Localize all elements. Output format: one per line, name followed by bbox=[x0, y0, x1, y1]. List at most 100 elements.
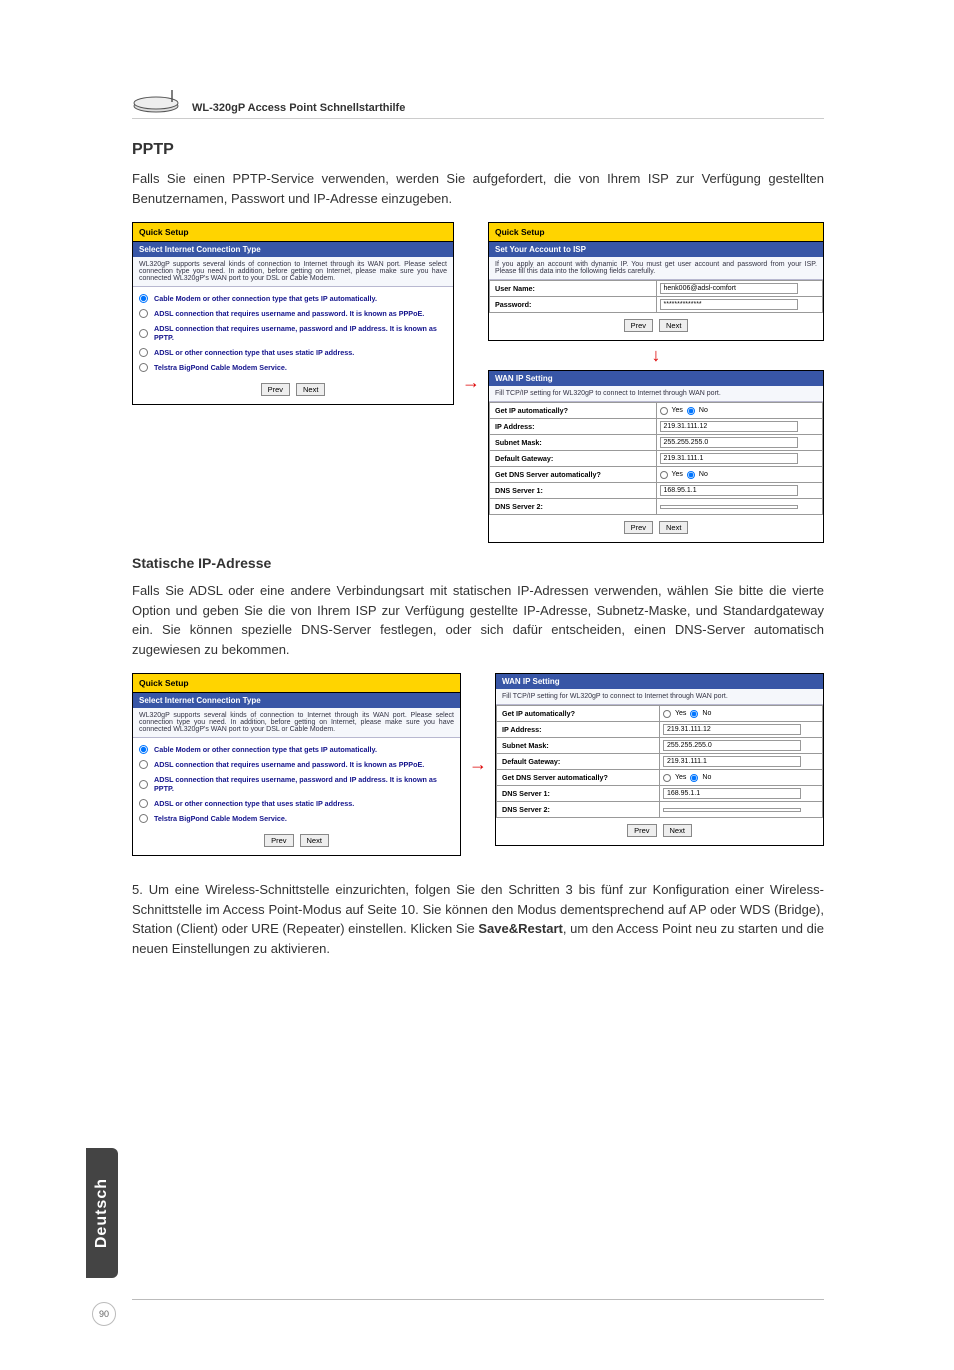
panel-desc: If you apply an account with dynamic IP.… bbox=[489, 257, 823, 280]
language-tab: Deutsch bbox=[86, 1148, 118, 1278]
panel-title: Quick Setup bbox=[489, 223, 823, 242]
ip-label: IP Address: bbox=[497, 722, 660, 738]
next-button[interactable]: Next bbox=[659, 521, 688, 534]
panel-desc: WL320gP supports several kinds of connec… bbox=[133, 257, 453, 287]
dns2-label: DNS Server 2: bbox=[497, 802, 660, 818]
account-panel: Quick Setup Set Your Account to ISP If y… bbox=[488, 222, 824, 341]
prev-button[interactable]: Prev bbox=[624, 521, 653, 534]
arrow-down-icon: ↓ bbox=[488, 345, 824, 366]
radio-pptp[interactable] bbox=[139, 329, 148, 338]
wan-ip-panel: WAN IP Setting Fill TCP/IP setting for W… bbox=[488, 370, 824, 543]
dns2-input[interactable] bbox=[660, 505, 798, 509]
radio-static[interactable] bbox=[139, 348, 148, 357]
gw-input[interactable]: 219.31.111.1 bbox=[663, 756, 801, 767]
dns1-input[interactable]: 168.95.1.1 bbox=[660, 485, 798, 496]
page-header: WL-320gP Access Point Schnellstarthilfe bbox=[132, 84, 824, 119]
radio-static[interactable] bbox=[139, 799, 148, 808]
conn-opt-static[interactable]: ADSL or other connection type that uses … bbox=[133, 796, 460, 811]
radio-cable[interactable] bbox=[139, 294, 148, 303]
prev-button[interactable]: Prev bbox=[624, 319, 653, 332]
prev-button[interactable]: Prev bbox=[261, 383, 290, 396]
ip-input[interactable]: 219.31.111.12 bbox=[660, 421, 798, 432]
arrow-right-icon: → bbox=[462, 372, 480, 393]
get-ip-no[interactable] bbox=[687, 407, 695, 415]
section-static-heading: Statische IP-Adresse bbox=[132, 555, 824, 571]
footer-rule bbox=[132, 1299, 824, 1300]
radio-cable[interactable] bbox=[139, 745, 148, 754]
radio-pptp[interactable] bbox=[139, 780, 148, 789]
section-pptp-body: Falls Sie einen PPTP-Service verwenden, … bbox=[132, 169, 824, 208]
password-input[interactable]: ************** bbox=[660, 299, 798, 310]
radio-bigpond[interactable] bbox=[139, 814, 148, 823]
panel-title: Quick Setup bbox=[133, 223, 453, 242]
radio-pppoe[interactable] bbox=[139, 309, 148, 318]
prev-button[interactable]: Prev bbox=[627, 824, 656, 837]
next-button[interactable]: Next bbox=[296, 383, 325, 396]
radio-pppoe[interactable] bbox=[139, 760, 148, 769]
username-label: User Name: bbox=[490, 281, 657, 297]
section-pptp-heading: PPTP bbox=[132, 141, 824, 159]
conn-opt-cable[interactable]: Cable Modem or other connection type tha… bbox=[133, 742, 460, 757]
get-ip-no[interactable] bbox=[690, 710, 698, 718]
dns2-input[interactable] bbox=[663, 808, 801, 812]
panel-desc: WL320gP supports several kinds of connec… bbox=[133, 708, 460, 738]
password-label: Password: bbox=[490, 297, 657, 313]
mask-input[interactable]: 255.255.255.0 bbox=[660, 437, 798, 448]
dns2-label: DNS Server 2: bbox=[490, 499, 657, 515]
username-input[interactable]: henk006@adsl-comfort bbox=[660, 283, 798, 294]
gw-input[interactable]: 219.31.111.1 bbox=[660, 453, 798, 464]
conn-opt-static[interactable]: ADSL or other connection type that uses … bbox=[133, 345, 453, 360]
get-ip-yes[interactable] bbox=[660, 407, 668, 415]
gw-label: Default Gateway: bbox=[497, 754, 660, 770]
language-label: Deutsch bbox=[93, 1178, 111, 1248]
get-dns-yes[interactable] bbox=[660, 471, 668, 479]
next-button[interactable]: Next bbox=[663, 824, 692, 837]
conn-opt-pppoe[interactable]: ADSL connection that requires username a… bbox=[133, 757, 460, 772]
get-dns-yes[interactable] bbox=[663, 774, 671, 782]
get-dns-label: Get DNS Server automatically? bbox=[497, 770, 660, 786]
panel-subtitle: Set Your Account to ISP bbox=[489, 242, 823, 257]
conn-opt-pppoe[interactable]: ADSL connection that requires username a… bbox=[133, 306, 453, 321]
next-button[interactable]: Next bbox=[300, 834, 329, 847]
get-ip-label: Get IP automatically? bbox=[497, 706, 660, 722]
dns1-label: DNS Server 1: bbox=[497, 786, 660, 802]
gw-label: Default Gateway: bbox=[490, 451, 657, 467]
step-5-text: 5. Um eine Wireless-Schnittstelle einzur… bbox=[132, 880, 824, 958]
panel-row-2: Quick Setup Select Internet Connection T… bbox=[132, 673, 824, 856]
quick-setup-panel: Quick Setup Select Internet Connection T… bbox=[132, 222, 454, 405]
prev-button[interactable]: Prev bbox=[264, 834, 293, 847]
mask-label: Subnet Mask: bbox=[497, 738, 660, 754]
panel-title: WAN IP Setting bbox=[496, 674, 823, 689]
get-dns-label: Get DNS Server automatically? bbox=[490, 467, 657, 483]
panel-subtitle: Select Internet Connection Type bbox=[133, 693, 460, 708]
get-dns-no[interactable] bbox=[690, 774, 698, 782]
conn-opt-pptp[interactable]: ADSL connection that requires username, … bbox=[133, 772, 460, 796]
ip-label: IP Address: bbox=[490, 419, 657, 435]
conn-opt-cable[interactable]: Cable Modem or other connection type tha… bbox=[133, 291, 453, 306]
get-ip-yes[interactable] bbox=[663, 710, 671, 718]
panel-row-1: Quick Setup Select Internet Connection T… bbox=[132, 222, 824, 543]
router-icon bbox=[132, 84, 184, 114]
next-button[interactable]: Next bbox=[659, 319, 688, 332]
dns1-input[interactable]: 168.95.1.1 bbox=[663, 788, 801, 799]
conn-opt-bigpond[interactable]: Telstra BigPond Cable Modem Service. bbox=[133, 811, 460, 826]
wan-ip-panel-2: WAN IP Setting Fill TCP/IP setting for W… bbox=[495, 673, 824, 846]
mask-input[interactable]: 255.255.255.0 bbox=[663, 740, 801, 751]
dns1-label: DNS Server 1: bbox=[490, 483, 657, 499]
ip-input[interactable]: 219.31.111.12 bbox=[663, 724, 801, 735]
panel-subtitle: Select Internet Connection Type bbox=[133, 242, 453, 257]
mask-label: Subnet Mask: bbox=[490, 435, 657, 451]
conn-opt-pptp[interactable]: ADSL connection that requires username, … bbox=[133, 321, 453, 345]
panel-desc: Fill TCP/IP setting for WL320gP to conne… bbox=[496, 689, 823, 705]
section-static-body: Falls Sie ADSL oder eine andere Verbindu… bbox=[132, 581, 824, 659]
arrow-right-icon: → bbox=[469, 754, 487, 775]
conn-opt-bigpond[interactable]: Telstra BigPond Cable Modem Service. bbox=[133, 360, 453, 375]
page-number: 90 bbox=[92, 1302, 116, 1326]
panel-title: Quick Setup bbox=[133, 674, 460, 693]
quick-setup-panel-2: Quick Setup Select Internet Connection T… bbox=[132, 673, 461, 856]
panel-desc: Fill TCP/IP setting for WL320gP to conne… bbox=[489, 386, 823, 402]
get-ip-label: Get IP automatically? bbox=[490, 403, 657, 419]
panel-title: WAN IP Setting bbox=[489, 371, 823, 386]
get-dns-no[interactable] bbox=[687, 471, 695, 479]
radio-bigpond[interactable] bbox=[139, 363, 148, 372]
